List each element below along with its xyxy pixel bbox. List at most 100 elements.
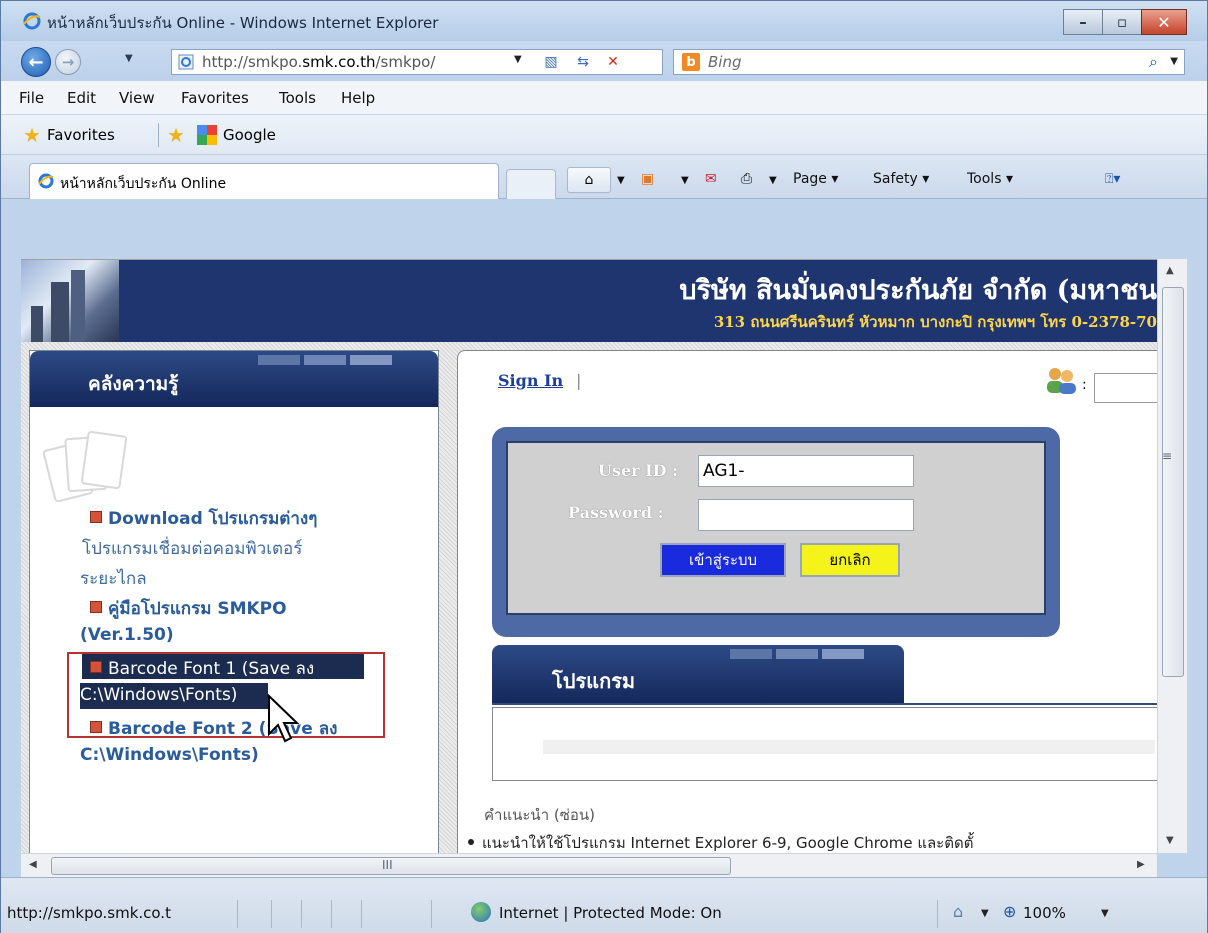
- address-bar[interactable]: http://smkpo.smk.co.th/smkpo/ ▼ ▧ ⇆ ✕: [171, 49, 663, 75]
- stop-icon[interactable]: ✕: [602, 52, 624, 72]
- program-content: [492, 707, 1157, 781]
- bing-logo-icon: b: [682, 53, 700, 71]
- url-suffix: /smkpo/: [375, 53, 436, 71]
- google-icon: [197, 125, 217, 145]
- address-dropdown-icon[interactable]: ▼: [514, 54, 522, 65]
- barcode-font-2-path[interactable]: C:\Windows\Fonts): [80, 745, 259, 765]
- minimize-icon: –: [1079, 13, 1087, 31]
- favorites-bar: ★ Favorites ★ Google: [1, 115, 1207, 155]
- window-title: หน้าหลักเว็บประกัน Online - Windows Inte…: [47, 14, 439, 32]
- vertical-scrollbar[interactable]: ▲ ≡ ▼: [1157, 259, 1187, 853]
- protected-mode-icon[interactable]: ⌂: [953, 902, 975, 922]
- zoom-dropdown-icon[interactable]: ▼: [1101, 908, 1109, 919]
- status-divider: [361, 900, 362, 928]
- program-tab-title: โปรแกรม: [552, 669, 636, 693]
- download-programs-link[interactable]: Download โปรแกรมต่างๆ: [90, 505, 317, 532]
- scroll-grip-icon: ≡: [1162, 449, 1173, 463]
- ie-page-icon: [38, 173, 54, 189]
- add-to-favorites-icon[interactable]: ★: [167, 125, 185, 145]
- google-favorite-link[interactable]: Google: [223, 126, 276, 144]
- address-url: http://smkpo.smk.co.th/smkpo/: [202, 53, 435, 71]
- status-divider: [431, 900, 432, 928]
- active-tab[interactable]: หน้าหลักเว็บประกัน Online: [29, 163, 499, 199]
- page-menu[interactable]: Page ▾: [793, 171, 838, 187]
- menu-help[interactable]: Help: [341, 89, 375, 107]
- manual-version[interactable]: (Ver.1.50): [80, 625, 174, 645]
- hint-toggle[interactable]: คำแนะนำ (ซ่อน): [484, 803, 595, 827]
- horizontal-scrollbar[interactable]: ◀ III ▶: [21, 853, 1157, 877]
- maximize-button[interactable]: ▫: [1102, 9, 1142, 35]
- help-icon[interactable]: ⍰▾: [1105, 171, 1120, 187]
- close-button[interactable]: ✕: [1141, 9, 1187, 35]
- user-id-input[interactable]: AG1-: [698, 455, 914, 487]
- security-zone[interactable]: Internet | Protected Mode: On: [499, 904, 722, 922]
- scroll-right-icon[interactable]: ▶: [1137, 859, 1145, 870]
- knowledge-panel-header: คลังความรู้: [30, 351, 438, 407]
- menu-view[interactable]: View: [119, 89, 155, 107]
- forward-button[interactable]: →: [55, 49, 81, 75]
- zoom-level[interactable]: 100%: [1023, 904, 1066, 922]
- login-button[interactable]: เข้าสู่ระบบ: [660, 543, 786, 577]
- hint-item: แนะนำให้ใช้โปรแกรม Internet Explorer 6-9…: [468, 831, 973, 853]
- feeds-icon[interactable]: ▣: [641, 171, 654, 187]
- compatibility-view-icon[interactable]: ▧: [540, 52, 562, 72]
- page-viewport: บริษัท สินมั่นคงประกันภัย จำกัด (มหาชน 3…: [21, 259, 1157, 853]
- home-dropdown-icon[interactable]: ▼: [617, 175, 625, 186]
- recent-pages-dropdown-icon[interactable]: ▼: [125, 53, 133, 64]
- manual-link[interactable]: คู่มือโปรแกรม SMKPO: [90, 595, 287, 622]
- menu-edit[interactable]: Edit: [67, 89, 96, 107]
- status-url: http://smkpo.smk.co.t: [7, 904, 171, 922]
- feeds-dropdown-icon[interactable]: ▼: [681, 175, 689, 186]
- zoom-icon: ⊕: [1003, 902, 1017, 921]
- home-icon: ⌂: [584, 172, 594, 188]
- scroll-down-icon[interactable]: ▼: [1166, 835, 1174, 846]
- company-name: บริษัท สินมั่นคงประกันภัย จำกัด (มหาชน: [679, 275, 1157, 306]
- menu-file[interactable]: File: [19, 89, 44, 107]
- protected-dropdown-icon[interactable]: ▼: [981, 908, 989, 919]
- favorites-button[interactable]: Favorites: [47, 126, 115, 144]
- search-icon[interactable]: ⌕: [1149, 52, 1158, 72]
- status-divider: [937, 900, 938, 928]
- scroll-left-icon[interactable]: ◀: [29, 859, 37, 870]
- back-button[interactable]: ←: [21, 47, 51, 77]
- tools-menu[interactable]: Tools ▾: [967, 171, 1013, 187]
- tab-bar: หน้าหลักเว็บประกัน Online ⌂ ▼ ▣ ▼ ✉ ⎙ ▼ …: [1, 155, 1207, 199]
- building-photo: [21, 260, 119, 342]
- menu-tools[interactable]: Tools: [279, 89, 316, 107]
- refresh-icon[interactable]: ⇆: [572, 52, 594, 72]
- menu-bar: File Edit View Favorites Tools Help: [1, 81, 1207, 115]
- home-button[interactable]: ⌂: [567, 167, 611, 193]
- vertical-scroll-thumb[interactable]: [1162, 287, 1184, 677]
- program-tab[interactable]: โปรแกรม: [492, 645, 904, 705]
- cancel-button[interactable]: ยกเลิก: [800, 543, 900, 577]
- status-divider: [237, 900, 238, 928]
- search-placeholder: Bing: [708, 53, 742, 71]
- minimize-button[interactable]: –: [1063, 9, 1103, 35]
- remote-program-link[interactable]: โปรแกรมเชื่อมต่อคอมพิวเตอร์: [82, 535, 302, 562]
- window-controls: – ▫ ✕: [1063, 9, 1187, 35]
- login-form-frame: User ID : AG1- Password : เข้าสู่ระบบ ยก…: [492, 427, 1060, 637]
- search-dropdown-icon[interactable]: ▼: [1170, 56, 1178, 67]
- online-users-field[interactable]: [1094, 373, 1157, 403]
- menu-favorites[interactable]: Favorites: [181, 89, 249, 107]
- horizontal-scroll-thumb[interactable]: III: [51, 857, 731, 875]
- new-tab-button[interactable]: [506, 169, 556, 199]
- login-form: User ID : AG1- Password : เข้าสู่ระบบ ยก…: [506, 441, 1046, 615]
- ie-logo-icon: [23, 12, 41, 30]
- print-icon[interactable]: ⎙: [741, 171, 752, 187]
- mouse-cursor-icon: [268, 694, 300, 743]
- favorites-star-icon: ★: [23, 123, 41, 147]
- status-bar: http://smkpo.smk.co.t Internet | Protect…: [1, 877, 1207, 933]
- scroll-up-icon[interactable]: ▲: [1166, 265, 1174, 276]
- sign-in-link[interactable]: Sign In: [498, 371, 563, 390]
- print-dropdown-icon[interactable]: ▼: [769, 175, 777, 186]
- program-divider: [492, 703, 1157, 705]
- favorites-separator: [158, 123, 159, 147]
- search-box[interactable]: b Bing ⌕ ▼: [673, 49, 1185, 75]
- remote-program-link-cont[interactable]: ระยะไกล: [80, 565, 147, 592]
- title-bar: หน้าหลักเว็บประกัน Online - Windows Inte…: [1, 1, 1207, 41]
- password-input[interactable]: [698, 499, 914, 531]
- mail-icon[interactable]: ✉: [705, 171, 717, 187]
- close-icon: ✕: [1157, 12, 1171, 32]
- safety-menu[interactable]: Safety ▾: [873, 171, 929, 187]
